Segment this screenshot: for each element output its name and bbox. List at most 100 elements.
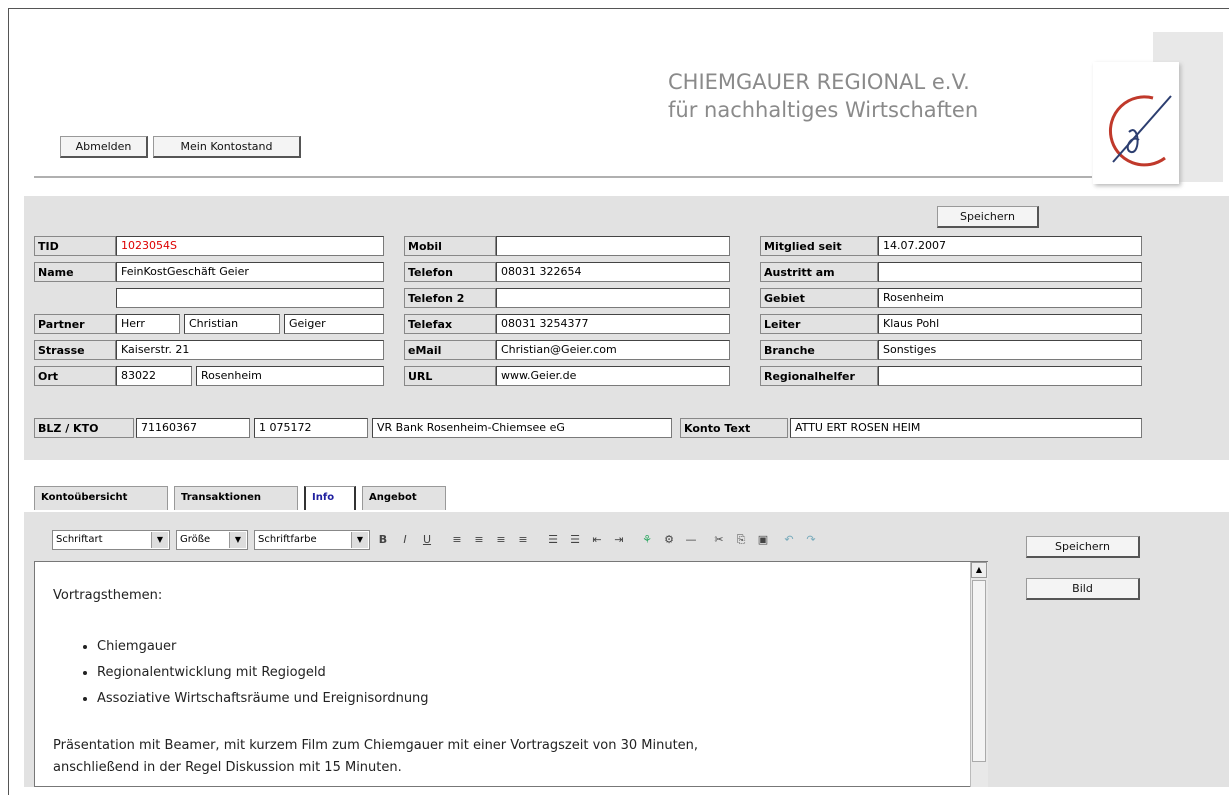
content-paragraph-line: Präsentation mit Beamer, mit kurzem Film… (53, 738, 699, 753)
content-heading: Vortragsthemen: (53, 588, 163, 603)
tab-transaktionen[interactable]: Transaktionen (174, 486, 298, 510)
link-icon[interactable]: ⚘ (640, 533, 654, 547)
chevron-down-icon: ▼ (351, 532, 368, 548)
paste-icon[interactable]: ▣ (756, 533, 770, 547)
telefon2-label: Telefon 2 (404, 288, 496, 308)
telefax-label: Telefax (404, 314, 496, 334)
email-field[interactable]: Christian@Geier.com (496, 340, 730, 360)
horizontal-rule-icon[interactable]: — (684, 533, 698, 547)
editor-scrollbar[interactable]: ▲ (970, 562, 988, 787)
regionalhelfer-label: Regionalhelfer (760, 366, 878, 386)
logo (1093, 62, 1179, 184)
regionalhelfer-field[interactable] (878, 366, 1142, 386)
partner-nachname-field[interactable]: Geiger (284, 314, 384, 334)
org-name: CHIEMGAUER REGIONAL e.V. (668, 70, 970, 94)
font-family-select[interactable]: Schriftart ▼ (52, 530, 170, 550)
konto-text-field[interactable]: ATTU ERT ROSEN HEIM (790, 418, 1142, 438)
scroll-thumb[interactable] (972, 580, 986, 762)
copy-icon[interactable]: ⎘ (734, 533, 748, 547)
logo-icon (1108, 95, 1172, 167)
content-bullet-list: Chiemgauer Regionalentwicklung mit Regio… (79, 634, 429, 712)
ort-label: Ort (34, 366, 116, 386)
redo-icon[interactable]: ↷ (804, 533, 818, 547)
save-top-button[interactable]: Speichern (937, 206, 1039, 228)
font-size-select[interactable]: Größe ▼ (176, 530, 248, 550)
cut-icon[interactable]: ✂ (712, 533, 726, 547)
tid-label: TID (34, 236, 116, 256)
tid-field[interactable]: 1023054S (116, 236, 384, 256)
tab-kontouebersicht[interactable]: Kontoübersicht (34, 486, 168, 510)
font-color-value: Schriftfarbe (258, 534, 317, 545)
name-label: Name (34, 262, 116, 282)
abmelden-button[interactable]: Abmelden (60, 136, 148, 158)
unordered-list-icon[interactable]: ☰ (568, 533, 582, 547)
gebiet-label: Gebiet (760, 288, 878, 308)
mitglied-seit-field[interactable]: 14.07.2007 (878, 236, 1142, 256)
align-center-icon[interactable]: ≡ (472, 533, 486, 547)
telefon2-field[interactable] (496, 288, 730, 308)
undo-icon[interactable]: ↶ (782, 533, 796, 547)
plz-field[interactable]: 83022 (116, 366, 192, 386)
mobil-label: Mobil (404, 236, 496, 256)
editor-content[interactable]: Vortragsthemen: Chiemgauer Regionalentwi… (34, 561, 988, 787)
content-paragraph-line: anschließend in der Regel Diskussion mit… (53, 760, 402, 775)
editor-toolbar: Schriftart ▼ Größe ▼ Schriftfarbe ▼ B I U ≡… (34, 527, 984, 557)
chevron-down-icon: ▼ (229, 532, 246, 548)
ort-field[interactable]: Rosenheim (196, 366, 384, 386)
list-item: Chiemgauer (97, 634, 429, 660)
unlink-icon[interactable]: ⚙ (662, 533, 676, 547)
telefax-field[interactable]: 08031 3254377 (496, 314, 730, 334)
telefon-label: Telefon (404, 262, 496, 282)
image-button[interactable]: Bild (1026, 578, 1140, 600)
email-label: eMail (404, 340, 496, 360)
konto-text-label: Konto Text (680, 418, 788, 438)
url-field[interactable]: www.Geier.de (496, 366, 730, 386)
url-label: URL (404, 366, 496, 386)
frame-border (8, 8, 9, 795)
scroll-up-icon[interactable]: ▲ (971, 562, 987, 578)
bank-field[interactable]: VR Bank Rosenheim-Chiemsee eG (372, 418, 672, 438)
align-right-icon[interactable]: ≡ (494, 533, 508, 547)
tab-angebot[interactable]: Angebot (362, 486, 446, 510)
align-justify-icon[interactable]: ≡ (516, 533, 530, 547)
blz-kto-label: BLZ / KTO (34, 418, 134, 438)
kto-field[interactable]: 1 075172 (254, 418, 368, 438)
austritt-label: Austritt am (760, 262, 878, 282)
branche-field[interactable]: Sonstiges (878, 340, 1142, 360)
tab-info[interactable]: Info (304, 486, 356, 510)
partner-vorname-field[interactable]: Christian (184, 314, 280, 334)
strasse-field[interactable]: Kaiserstr. 21 (116, 340, 384, 360)
underline-icon[interactable]: U (420, 533, 434, 547)
header-divider (34, 176, 1092, 178)
italic-icon[interactable]: I (398, 533, 412, 547)
strasse-label: Strasse (34, 340, 116, 360)
font-size-value: Größe (180, 534, 211, 545)
gebiet-field[interactable]: Rosenheim (878, 288, 1142, 308)
leiter-label: Leiter (760, 314, 878, 334)
list-item: Regionalentwicklung mit Regiogeld (97, 660, 429, 686)
outdent-icon[interactable]: ⇤ (590, 533, 604, 547)
font-color-select[interactable]: Schriftfarbe ▼ (254, 530, 370, 550)
save-editor-button[interactable]: Speichern (1026, 536, 1140, 558)
blz-field[interactable]: 71160367 (136, 418, 250, 438)
partner-anrede-field[interactable]: Herr (116, 314, 180, 334)
ordered-list-icon[interactable]: ☰ (546, 533, 560, 547)
name-field[interactable]: FeinKostGeschäft Geier (116, 262, 384, 282)
font-family-value: Schriftart (56, 534, 103, 545)
mobil-field[interactable] (496, 236, 730, 256)
branche-label: Branche (760, 340, 878, 360)
telefon-field[interactable]: 08031 322654 (496, 262, 730, 282)
align-left-icon[interactable]: ≡ (450, 533, 464, 547)
name2-field[interactable] (116, 288, 384, 308)
frame-border (8, 8, 1229, 9)
indent-icon[interactable]: ⇥ (612, 533, 626, 547)
chevron-down-icon: ▼ (151, 532, 168, 548)
page-frame: Abmelden Mein Kontostand CHIEMGAUER REGI… (0, 0, 1229, 795)
leiter-field[interactable]: Klaus Pohl (878, 314, 1142, 334)
austritt-field[interactable] (878, 262, 1142, 282)
kontostand-button[interactable]: Mein Kontostand (153, 136, 301, 158)
org-tagline: für nachhaltiges Wirtschaften (668, 98, 979, 122)
partner-label: Partner (34, 314, 116, 334)
bold-icon[interactable]: B (376, 533, 390, 547)
mitglied-seit-label: Mitglied seit (760, 236, 878, 256)
